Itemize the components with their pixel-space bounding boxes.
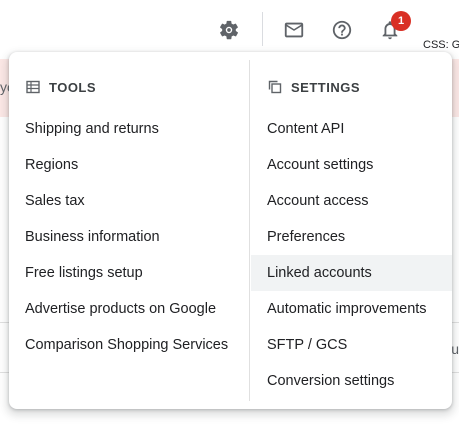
- menu-item-account-settings[interactable]: Account settings: [251, 147, 452, 183]
- help-button[interactable]: [328, 16, 356, 44]
- settings-gear-button[interactable]: [215, 16, 243, 44]
- copy-icon: [267, 79, 283, 95]
- mail-button[interactable]: [280, 16, 308, 44]
- table-icon: [25, 79, 41, 95]
- menu-item-comparison-shopping-services[interactable]: Comparison Shopping Services: [9, 327, 249, 363]
- menu-item-automatic-improvements[interactable]: Automatic improvements: [251, 291, 452, 327]
- gear-icon: [220, 20, 238, 40]
- menu-item-preferences[interactable]: Preferences: [251, 219, 452, 255]
- row-text-fragment: u: [451, 341, 459, 357]
- menu-item-content-api[interactable]: Content API: [251, 111, 452, 147]
- menu-item-account-access[interactable]: Account access: [251, 183, 452, 219]
- column-divider: [249, 60, 250, 401]
- menu-item-conversion-settings[interactable]: Conversion settings: [251, 363, 452, 399]
- help-icon: [332, 20, 352, 40]
- settings-list: Content API Account settings Account acc…: [251, 111, 452, 399]
- tools-header: TOOLS: [25, 77, 96, 97]
- menu-item-shipping-and-returns[interactable]: Shipping and returns: [9, 111, 249, 147]
- toolbar-divider: [262, 12, 263, 46]
- settings-header-label: SETTINGS: [291, 79, 361, 95]
- menu-item-linked-accounts[interactable]: Linked accounts: [251, 255, 452, 291]
- notification-count-badge: 1: [391, 11, 411, 31]
- menu-item-free-listings-setup[interactable]: Free listings setup: [9, 255, 249, 291]
- css-label: CSS: G: [423, 39, 459, 51]
- settings-dropdown-menu: TOOLS Shipping and returns Regions Sales…: [9, 52, 452, 409]
- menu-item-advertise-products[interactable]: Advertise products on Google: [9, 291, 249, 327]
- menu-item-sftp-gcs[interactable]: SFTP / GCS: [251, 327, 452, 363]
- menu-item-sales-tax[interactable]: Sales tax: [9, 183, 249, 219]
- mail-icon: [284, 22, 304, 38]
- menu-item-regions[interactable]: Regions: [9, 147, 249, 183]
- menu-item-business-information[interactable]: Business information: [9, 219, 249, 255]
- settings-header: SETTINGS: [267, 77, 360, 97]
- tools-list: Shipping and returns Regions Sales tax B…: [9, 111, 249, 363]
- tools-header-label: TOOLS: [49, 79, 97, 95]
